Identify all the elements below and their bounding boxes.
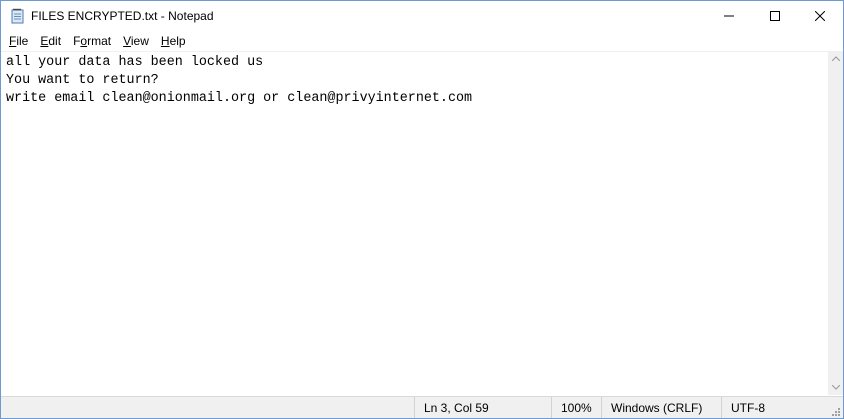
status-line-ending: Windows (CRLF) xyxy=(601,397,723,418)
text-line: all your data has been locked us xyxy=(6,55,264,70)
text-line: write email clean@onionmail.org or clean… xyxy=(6,91,473,106)
chevron-up-icon xyxy=(831,56,840,61)
scroll-down-button[interactable] xyxy=(828,380,843,395)
notepad-app-icon[interactable] xyxy=(10,8,26,24)
maximize-icon xyxy=(770,11,780,21)
menu-bar: File Edit Format View Help xyxy=(1,31,843,51)
menu-format[interactable]: Format xyxy=(67,31,117,51)
close-button[interactable] xyxy=(797,1,843,31)
text-line: You want to return? xyxy=(6,73,159,88)
minimize-icon xyxy=(724,15,734,17)
menu-edit-label: dit xyxy=(48,34,62,48)
notepad-window: FILES ENCRYPTED.txt - Notepad File Edit … xyxy=(0,0,844,419)
menu-view-label: iew xyxy=(130,34,149,48)
status-cursor-position: Ln 3, Col 59 xyxy=(414,397,556,418)
status-zoom: 100% xyxy=(551,397,605,418)
scroll-up-button[interactable] xyxy=(828,51,843,66)
title-bar[interactable]: FILES ENCRYPTED.txt - Notepad xyxy=(1,1,843,31)
vertical-scrollbar[interactable] xyxy=(828,51,843,395)
menu-help[interactable]: Help xyxy=(155,31,192,51)
menu-file[interactable]: File xyxy=(3,31,34,51)
menu-format-tail: rmat xyxy=(87,34,112,48)
close-icon xyxy=(815,11,825,21)
status-bar: Ln 3, Col 59 100% Windows (CRLF) UTF-8 xyxy=(1,396,843,418)
menu-view[interactable]: View xyxy=(117,31,155,51)
menu-help-accel: H xyxy=(160,34,170,48)
chevron-down-icon xyxy=(831,385,840,390)
window-title: FILES ENCRYPTED.txt - Notepad xyxy=(31,9,214,23)
menu-file-label: ile xyxy=(16,34,29,48)
menu-help-label: elp xyxy=(169,34,186,48)
resize-grip-icon[interactable] xyxy=(829,405,841,417)
menu-edit[interactable]: Edit xyxy=(34,31,67,51)
status-encoding: UTF-8 xyxy=(721,397,833,418)
editor-content[interactable]: all your data has been locked us You want… xyxy=(6,54,472,108)
menu-view-accel: V xyxy=(123,34,131,48)
minimize-button[interactable] xyxy=(706,1,752,31)
text-editor[interactable]: all your data has been locked us You want… xyxy=(1,51,828,396)
maximize-button[interactable] xyxy=(752,1,798,31)
